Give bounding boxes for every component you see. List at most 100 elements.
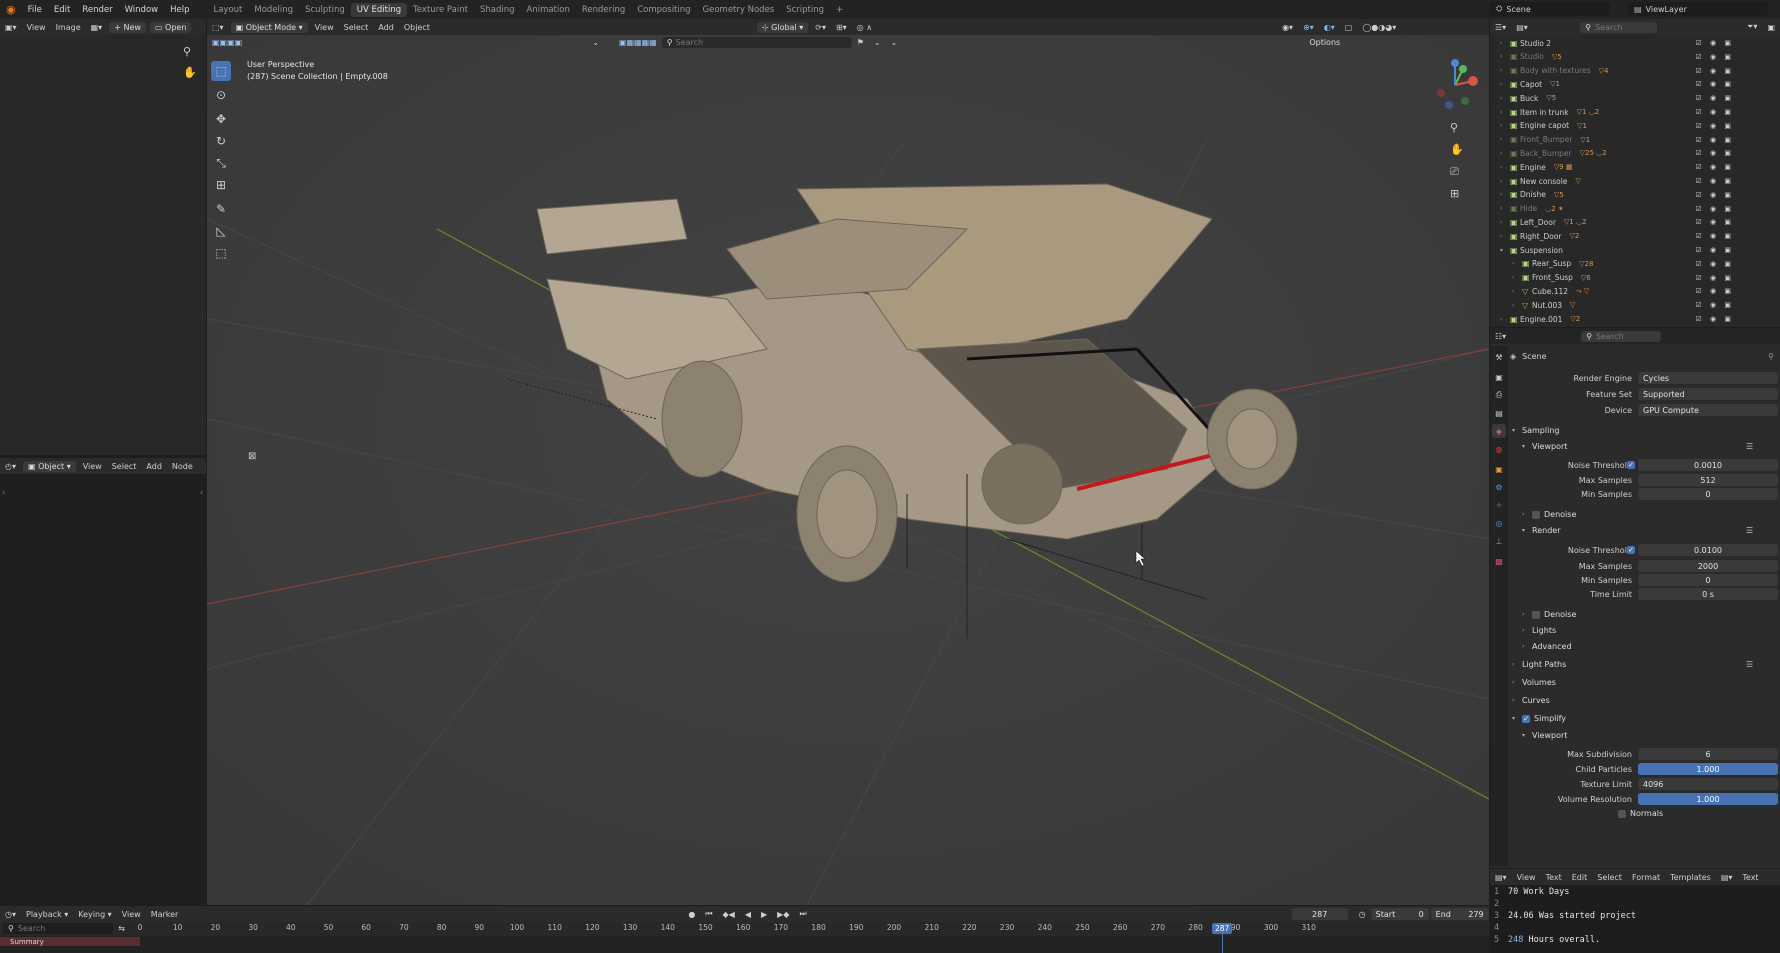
3d-viewport[interactable]: ⬚▾ ▣ Object Mode ▾ View Select Add Objec… (207, 19, 1489, 905)
visibility-toggles-icon[interactable]: ☑ ◉ ▣ (1696, 163, 1734, 171)
text-line[interactable]: 4 (1494, 923, 1508, 933)
expand-chevron-icon[interactable]: › (1512, 260, 1522, 267)
timeline-menu-marker[interactable]: Marker (146, 909, 184, 920)
blender-logo-icon[interactable]: ◉ (0, 3, 22, 16)
outliner-row[interactable]: › ▣ Studio 2 ☑ ◉ ▣ (1490, 37, 1738, 49)
hand-pan-icon[interactable]: ✋ (183, 66, 197, 79)
feature-set-dropdown[interactable]: Supported (1638, 388, 1778, 400)
tab-sculpting[interactable]: Sculpting (299, 3, 351, 17)
curves-panel[interactable]: › Curves (1512, 696, 1550, 705)
viewport-editor-type-icon[interactable]: ⬚▾ (207, 22, 229, 33)
add-cube-tool-icon[interactable]: ⬚ (211, 243, 231, 263)
timeline-menu-view[interactable]: View (117, 909, 146, 920)
collapse-chevron-icon[interactable]: ⌄ (587, 37, 604, 48)
new-image-button[interactable]: + New (109, 21, 146, 33)
outliner-row[interactable]: › ▣ Engine.001 ▽2 ☑ ◉ ▣ (1490, 313, 1738, 325)
summary-channel[interactable]: Summary (0, 937, 140, 946)
volume-resolution-slider[interactable]: 1.000 (1638, 793, 1778, 805)
cursor-tool-icon[interactable]: ⊙ (211, 85, 231, 105)
text-line[interactable]: 5 248 Hours overall. (1494, 935, 1600, 945)
expand-chevron-icon[interactable]: › (1500, 233, 1510, 240)
tab-texture-paint[interactable]: Texture Paint (407, 3, 474, 17)
timeline-filter-icon[interactable]: ⇆ (113, 923, 130, 934)
expand-chevron-icon[interactable]: › (1500, 191, 1510, 198)
current-frame-field[interactable]: 287 (1291, 908, 1348, 920)
visibility-toggles-icon[interactable]: ☑ ◉ ▣ (1696, 287, 1734, 295)
timeline-search-field[interactable]: ⚲ Search (3, 922, 114, 934)
expand-chevron-icon[interactable]: › (1500, 67, 1510, 74)
menu-help[interactable]: Help (164, 5, 195, 15)
r-noise-threshold-field[interactable]: 0.0100 (1638, 544, 1778, 556)
outliner-row[interactable]: › ▣ Rear_Susp ▽28 ☑ ◉ ▣ (1490, 258, 1738, 270)
expand-chevron-icon[interactable]: › (1500, 40, 1510, 47)
light-paths-presets-icon[interactable]: ☰ (1746, 660, 1753, 669)
transform-orientation-dropdown[interactable]: ⊹ Global ▾ (756, 21, 809, 33)
text-line[interactable]: 2 (1494, 899, 1508, 909)
expand-chevron-icon[interactable]: › (1500, 205, 1510, 212)
prev-keyframe-icon[interactable]: ◆◀ (718, 909, 740, 920)
proportional-edit-icon[interactable]: ◎ ∧ (852, 22, 877, 33)
light-paths-panel[interactable]: › Light Paths (1512, 660, 1566, 669)
tab-geometry-nodes[interactable]: Geometry Nodes (697, 3, 781, 17)
sampling-render-header[interactable]: ▾ Render (1522, 526, 1560, 535)
viewport-menu-object[interactable]: Object (399, 22, 435, 33)
expand-chevron-icon[interactable]: › (1500, 136, 1510, 143)
visibility-toggles-icon[interactable]: ☑ ◉ ▣ (1696, 218, 1734, 226)
text-menu-text[interactable]: Text (1541, 872, 1567, 883)
volumes-panel[interactable]: › Volumes (1512, 678, 1556, 687)
device-dropdown[interactable]: GPU Compute (1638, 404, 1778, 416)
tool-tab-icon[interactable]: ⚒ (1492, 350, 1506, 364)
display-mode-icon[interactable]: ▤▾ (1511, 22, 1533, 33)
expand-chevron-icon[interactable]: › (1500, 178, 1510, 185)
outliner-search-field[interactable]: ⚲ Search (1580, 21, 1657, 33)
vp-noise-threshold-field[interactable]: 0.0010 (1638, 459, 1778, 471)
tab-compositing[interactable]: Compositing (631, 3, 696, 17)
tab-animation[interactable]: Animation (521, 3, 576, 17)
image-menu-image[interactable]: Image (51, 22, 86, 33)
constraints-tab-icon[interactable]: ⊥ (1492, 534, 1506, 548)
r-time-limit-field[interactable]: 0 s (1638, 588, 1778, 600)
view-layer-selector[interactable]: ▤ ViewLayer (1628, 2, 1768, 16)
rotate-tool-icon[interactable]: ↻ (211, 131, 231, 151)
visibility-toggles-icon[interactable]: ☑ ◉ ▣ (1696, 315, 1734, 323)
pan-view-icon[interactable]: ✋ (1450, 143, 1464, 156)
visibility-toggles-icon[interactable]: ☑ ◉ ▣ (1696, 108, 1734, 116)
scene-tab-icon[interactable]: ◈ (1492, 424, 1506, 438)
visibility-toggles-icon[interactable]: ☑ ◉ ▣ (1696, 274, 1734, 282)
select-box-tool-icon[interactable]: ⬚ (211, 61, 231, 81)
node-menu-select[interactable]: Select (107, 461, 142, 472)
text-datablock-icon[interactable]: ▤▾ (1716, 872, 1738, 883)
timeline-editor-type-icon[interactable]: ◷▾ (0, 909, 21, 920)
expand-chevron-icon[interactable]: › (1500, 53, 1510, 60)
visibility-toggles-icon[interactable]: ☑ ◉ ▣ (1696, 94, 1734, 102)
r-max-samples-field[interactable]: 2000 (1638, 560, 1778, 572)
gizmo-icon[interactable]: ⊕▾ (1298, 22, 1319, 33)
node-context-selector[interactable]: ▣ Object ▾ (23, 460, 76, 472)
r-denoise-checkbox[interactable] (1532, 610, 1540, 619)
vp-max-samples-field[interactable]: 512 (1638, 474, 1778, 486)
visibility-toggles-icon[interactable]: ☑ ◉ ▣ (1696, 177, 1734, 185)
r-denoise-panel[interactable]: › Denoise (1522, 610, 1576, 619)
outliner-row[interactable]: › ▽ Nut.003 ▽ ☑ ◉ ▣ (1490, 299, 1738, 311)
visibility-toggles-icon[interactable]: ☑ ◉ ▣ (1696, 149, 1734, 157)
visibility-toggles-icon[interactable]: ☑ ◉ ▣ (1696, 39, 1734, 47)
tab-layout[interactable]: Layout (207, 3, 248, 17)
expand-chevron-icon[interactable]: › (1500, 219, 1510, 226)
outliner-row[interactable]: › ▣ Left_Door ▽1 ◡2 ☑ ◉ ▣ (1490, 216, 1738, 228)
node-menu-node[interactable]: Node (167, 461, 198, 472)
tab-modeling[interactable]: Modeling (248, 3, 299, 17)
image-menu-view[interactable]: View (22, 22, 51, 33)
menu-edit[interactable]: Edit (48, 5, 76, 15)
visibility-toggles-icon[interactable]: ☑ ◉ ▣ (1696, 136, 1734, 144)
menu-file[interactable]: File (22, 5, 48, 15)
outliner-row[interactable]: › ▣ Studio ▽5 ☑ ◉ ▣ (1490, 51, 1738, 63)
outliner-row[interactable]: › ▽ Cube.112 ⤳ ▽ ☑ ◉ ▣ (1490, 285, 1738, 297)
expand-chevron-icon[interactable]: › (1500, 95, 1510, 102)
new-collection-icon[interactable]: ▣ (1762, 22, 1780, 33)
modifier-tab-icon[interactable]: ⚙ (1492, 480, 1506, 494)
properties-search-field[interactable]: ⚲ Search (1581, 330, 1662, 342)
normals-checkbox[interactable] (1618, 809, 1626, 818)
render-engine-dropdown[interactable]: Cycles (1638, 372, 1778, 384)
visibility-toggles-icon[interactable]: ☑ ◉ ▣ (1696, 232, 1734, 240)
image-browse-icon[interactable]: ▦▾ (86, 22, 108, 33)
